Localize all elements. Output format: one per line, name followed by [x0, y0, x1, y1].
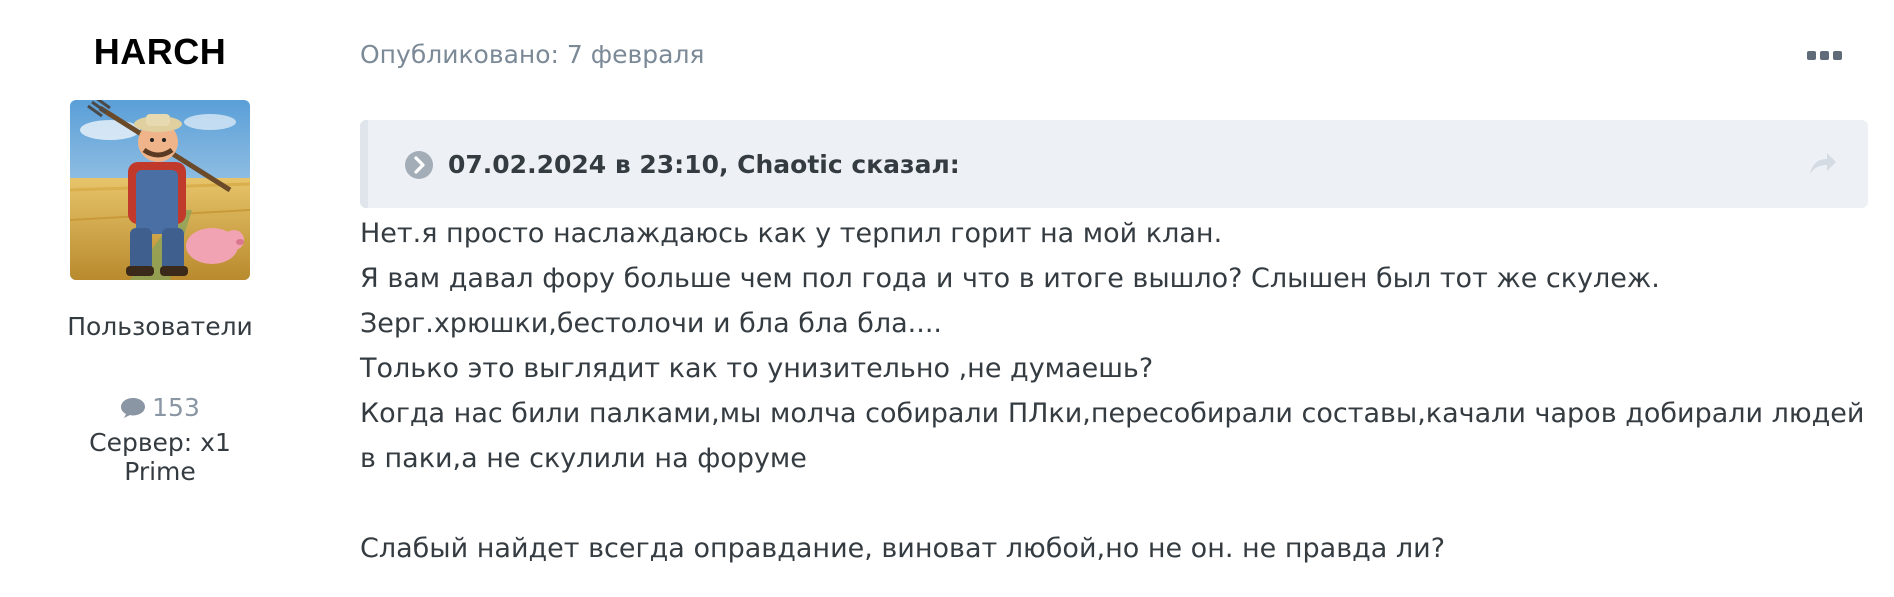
post-line: Зерг.хрюшки,бестолочи и бла бла бла.... — [360, 308, 943, 339]
post-blank-line — [360, 481, 1870, 526]
quote-share-button[interactable] — [1808, 150, 1838, 178]
author-avatar[interactable] — [70, 100, 250, 280]
farmer-avatar-image — [70, 100, 250, 280]
author-pane: HARCH Пользователи 153 Сервер: x1 Prime — [50, 30, 270, 486]
post-line: Слабый найдет всегда оправдание, виноват… — [360, 533, 1446, 564]
author-name[interactable]: HARCH — [50, 30, 270, 74]
ellipsis-icon — [1807, 51, 1842, 60]
post-options-button[interactable] — [1805, 40, 1845, 70]
chevron-circle-right-icon — [405, 151, 433, 179]
comment-icon — [121, 397, 146, 418]
post-line: Когда нас били палками,мы молча собирали… — [360, 398, 1865, 474]
post-count-value: 153 — [152, 393, 200, 422]
author-group: Пользователи — [67, 312, 253, 341]
author-server: Сервер: x1 Prime — [89, 428, 231, 486]
author-post-count[interactable]: 153 — [50, 393, 270, 422]
post-date[interactable]: Опубликовано: 7 февраля — [360, 40, 704, 69]
quote-expand-toggle[interactable] — [404, 150, 434, 180]
post-line: Нет.я просто наслаждаюсь как у терпил го… — [360, 218, 1223, 249]
post-content: Нет.я просто наслаждаюсь как у терпил го… — [360, 211, 1870, 571]
post-line: Я вам давал фору больше чем пол года и ч… — [360, 263, 1660, 294]
quote-citation[interactable]: 07.02.2024 в 23:10, Chaotic сказал: — [448, 150, 960, 180]
post-line: Только это выглядит как то унизительно ,… — [360, 353, 1154, 384]
quote-block: 07.02.2024 в 23:10, Chaotic сказал: — [360, 120, 1868, 208]
share-arrow-icon — [1810, 153, 1836, 174]
